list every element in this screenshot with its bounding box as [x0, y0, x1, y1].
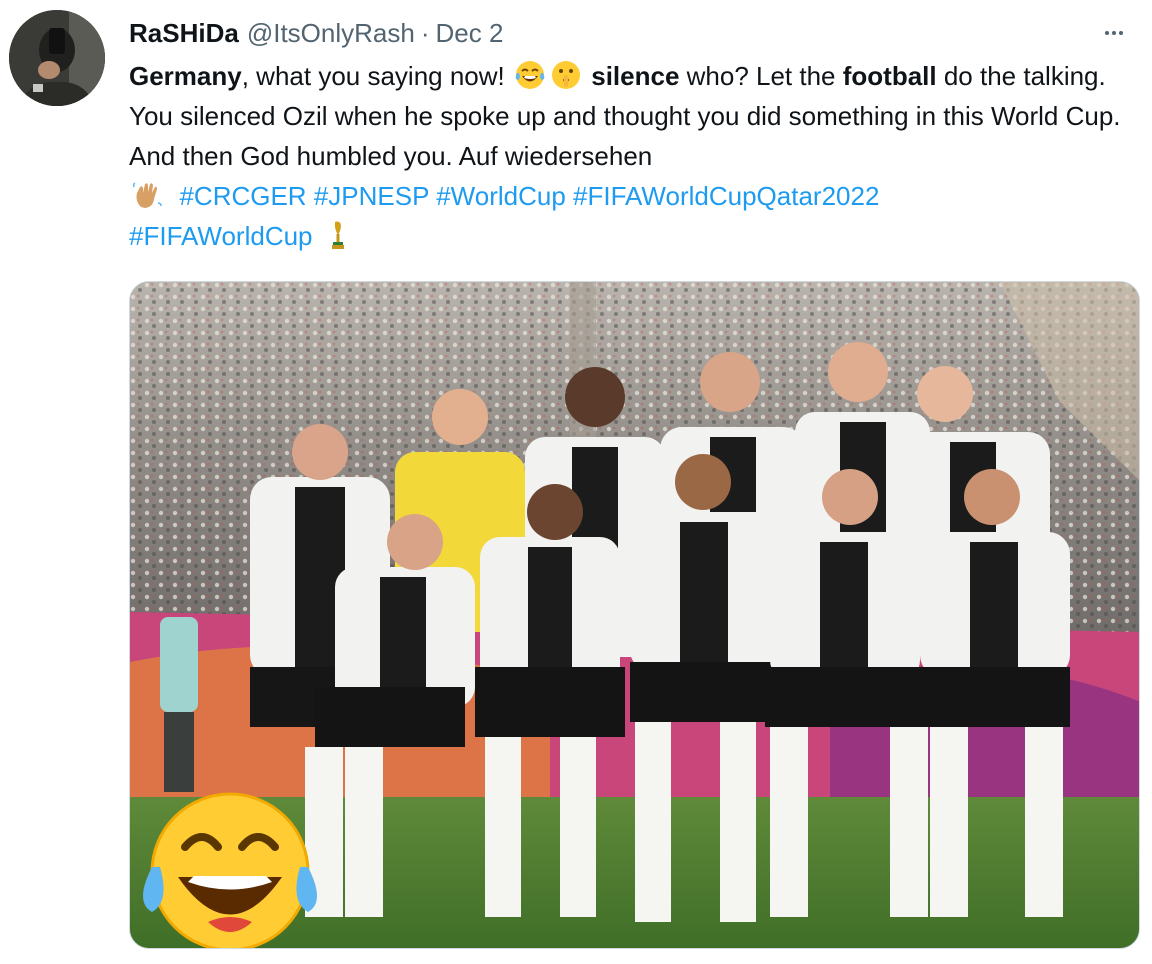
text-bold-silence: silence [591, 61, 680, 91]
tweet: RaSHiDa @ItsOnlyRash · Dec 2 Germany, wh… [0, 0, 1152, 964]
text-bold-football: football [842, 61, 937, 91]
separator-dot: · [420, 17, 430, 48]
text-segment: who? Let the [679, 61, 843, 91]
shushing-face-icon [552, 61, 580, 89]
display-name[interactable]: RaSHiDa [129, 18, 239, 49]
hashtag-jpnesp[interactable]: #JPNESP [314, 181, 429, 211]
tweet-date[interactable]: Dec 2 [436, 18, 504, 49]
trophy-icon [331, 221, 344, 249]
hashtag-fifaworldcup[interactable]: #FIFAWorldCup [129, 221, 313, 251]
avatar[interactable] [9, 10, 105, 106]
hashtag-fifaworldcupqatar2022[interactable]: #FIFAWorldCupQatar2022 [573, 181, 879, 211]
hashtag-worldcup[interactable]: #WorldCup [436, 181, 566, 211]
text-bold-germany: Germany [129, 61, 242, 91]
text-segment: , what you saying now! [241, 61, 512, 91]
waving-hand-icon [132, 182, 162, 208]
tweet-header: RaSHiDa @ItsOnlyRash · Dec 2 [129, 16, 503, 50]
face-with-tears-of-joy-icon [515, 61, 545, 89]
user-handle[interactable]: @ItsOnlyRash [247, 18, 415, 49]
tweet-media-photo[interactable] [129, 281, 1140, 949]
hashtag-crcger[interactable]: #CRCGER [179, 181, 306, 211]
tweet-text: Germany, what you saying now! silence wh… [129, 56, 1129, 256]
more-options-icon[interactable] [1096, 18, 1132, 48]
